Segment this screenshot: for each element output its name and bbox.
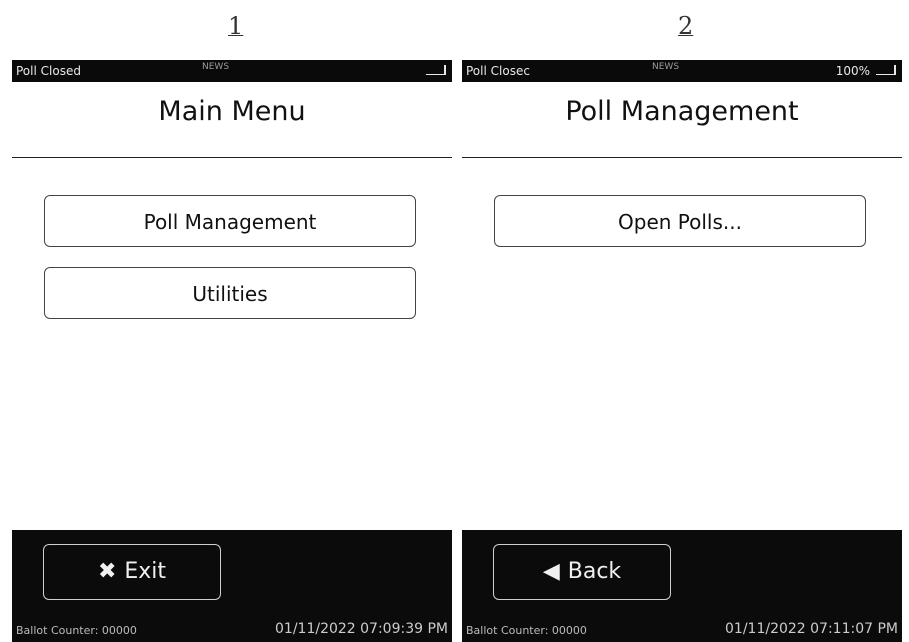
status-center-text: NEWS	[202, 62, 230, 72]
battery-icon	[876, 65, 896, 75]
status-center-text: NEWS	[652, 62, 680, 72]
poll-status: Poll Closec	[466, 64, 530, 78]
screen-poll-management: Poll Closec NEWS 100% Poll Management Op…	[462, 60, 902, 642]
battery-icon	[426, 65, 446, 75]
status-bar: Poll Closed NEWS	[12, 60, 452, 82]
datetime: 01/11/2022 07:09:39 PM	[275, 621, 448, 637]
status-bar: Poll Closec NEWS 100%	[462, 60, 902, 82]
step-label-1: 1	[228, 12, 244, 40]
back-button-label: Back	[567, 559, 622, 584]
title-divider	[12, 157, 452, 158]
step-label-2: 2	[678, 12, 694, 40]
page-title: Main Menu	[158, 96, 306, 127]
footer-bar: ✖ Exit Ballot Counter: 00000 01/11/2022 0…	[12, 530, 452, 642]
exit-button-label: Exit	[124, 559, 167, 584]
title-divider	[462, 157, 902, 158]
poll-status: Poll Closed	[16, 64, 81, 78]
back-arrow-icon: ◀	[542, 559, 560, 584]
ballot-counter: Ballot Counter: 00000	[16, 624, 137, 637]
close-icon: ✖	[97, 559, 117, 584]
utilities-button[interactable]: Utilities	[44, 267, 416, 319]
page-title: Poll Management	[565, 96, 799, 127]
datetime: 01/11/2022 07:11:07 PM	[725, 621, 898, 637]
exit-button[interactable]: ✖ Exit	[43, 544, 221, 600]
ballot-counter: Ballot Counter: 00000	[466, 624, 587, 637]
screen-main-menu: Poll Closed NEWS Main Menu Poll Manageme…	[12, 60, 452, 642]
battery-percent: 100%	[835, 64, 870, 78]
footer-bar: ◀ Back Ballot Counter: 00000 01/11/2022 0…	[462, 530, 902, 642]
open-polls-button[interactable]: Open Polls...	[494, 195, 866, 247]
comparison-figure: 1 2 Poll Closed NEWS Main Menu Poll Mana…	[0, 0, 909, 642]
poll-management-button[interactable]: Poll Management	[44, 195, 416, 247]
back-button[interactable]: ◀ Back	[493, 544, 671, 600]
